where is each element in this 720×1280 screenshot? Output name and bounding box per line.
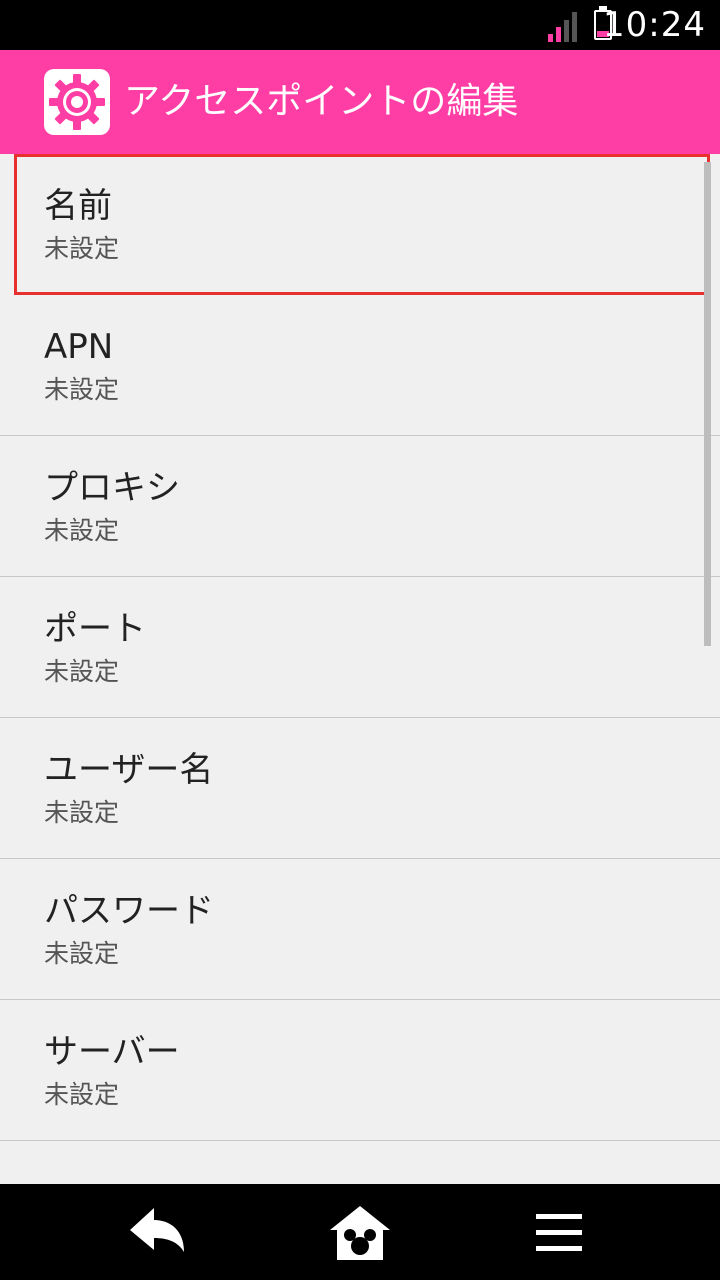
back-arrow-icon <box>130 1208 184 1252</box>
list-item-value: 未設定 <box>44 375 120 404</box>
list-item-value: 未設定 <box>44 939 120 968</box>
list-item-title: 名前 <box>44 186 112 226</box>
list-item-value: 未設定 <box>44 1080 120 1109</box>
scrollbar[interactable] <box>704 162 711 646</box>
list-item-port[interactable]: ポート 未設定 <box>0 577 720 718</box>
list-item-value: 未設定 <box>44 798 120 827</box>
list-item-value: 未設定 <box>44 234 120 263</box>
list-item-title: サーバー <box>44 1032 180 1072</box>
settings-gear-icon <box>44 69 110 135</box>
home-icon <box>330 1206 390 1260</box>
list-item-title: ユーザー名 <box>44 750 214 790</box>
signal-icon <box>548 12 578 42</box>
list-item-name[interactable]: 名前 未設定 <box>14 154 710 295</box>
list-item-apn[interactable]: APN 未設定 <box>0 295 720 436</box>
list-item-title: プロキシ <box>44 468 180 508</box>
status-time: 10:24 <box>603 5 706 45</box>
list-item-title: パスワード <box>44 891 214 931</box>
page-title: アクセスポイントの編集 <box>124 81 519 122</box>
list-item-server[interactable]: サーバー 未設定 <box>0 1000 720 1141</box>
back-button[interactable] <box>126 1202 190 1262</box>
navigation-bar <box>0 1184 720 1280</box>
menu-button[interactable] <box>528 1202 592 1262</box>
list-item-proxy[interactable]: プロキシ 未設定 <box>0 436 720 577</box>
menu-icon <box>536 1214 582 1251</box>
status-bar: 10:24 <box>0 0 720 50</box>
home-button[interactable] <box>328 1202 392 1262</box>
app-bar: アクセスポイントの編集 <box>0 50 720 154</box>
list-item-username[interactable]: ユーザー名 未設定 <box>0 718 720 859</box>
list-item-title: ポート <box>44 609 146 649</box>
list-item-title: APN <box>44 327 114 367</box>
apn-settings-list: 名前 未設定 APN 未設定 プロキシ 未設定 ポート 未設定 ユーザー名 未設… <box>0 154 720 1141</box>
list-item-value: 未設定 <box>44 516 120 545</box>
list-item-value: 未設定 <box>44 657 120 686</box>
list-item-password[interactable]: パスワード 未設定 <box>0 859 720 1000</box>
